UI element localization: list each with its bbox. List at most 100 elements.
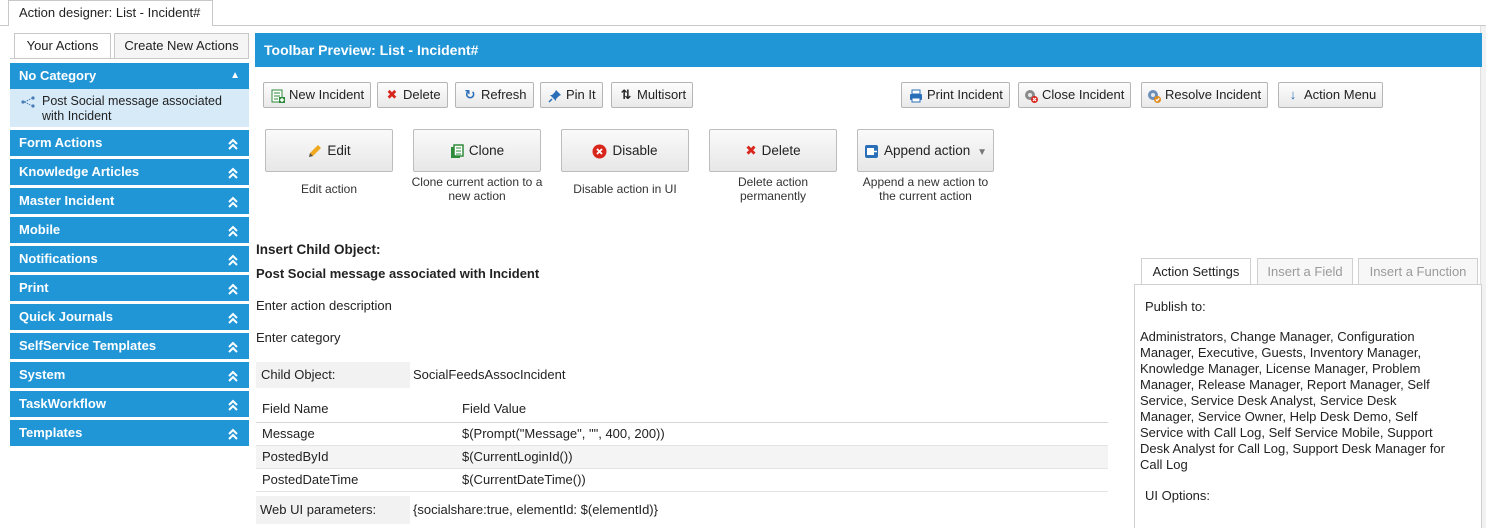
field-table: Field Name Field Value Message $(Prompt(… [256, 396, 1108, 492]
category-selfservice-templates[interactable]: SelfService Templates [10, 333, 249, 359]
new-incident-button[interactable]: New Incident [263, 82, 372, 108]
close-incident-gear-icon [1023, 83, 1039, 107]
column-header-field-name: Field Name [262, 401, 329, 416]
action-description-field[interactable]: Enter action description [256, 298, 392, 313]
publish-roles-list[interactable]: Administrators, Change Manager, Configur… [1140, 329, 1445, 473]
dropdown-caret-icon: ▼ [977, 147, 987, 158]
child-object-icon [21, 95, 35, 110]
tab-action-settings[interactable]: Action Settings [1141, 258, 1251, 285]
category-label: Knowledge Articles [19, 164, 140, 179]
delete-x-icon: ✖ [386, 87, 398, 102]
category-print[interactable]: Print [10, 275, 249, 301]
collapse-arrow-icon: ▲ [230, 70, 240, 81]
window-tab-strip: Action designer: List - Incident# [0, 0, 1486, 26]
tab-create-new-actions[interactable]: Create New Actions [114, 33, 249, 59]
pin-it-button[interactable]: Pin It [540, 82, 603, 108]
disable-action-caption: Disable action in UI [573, 182, 677, 196]
publish-roles-line: Manager, Service Owner, Help Desk Demo, … [1140, 409, 1418, 424]
action-menu-button[interactable]: ↓ Action Menu [1278, 82, 1384, 108]
category-label: SelfService Templates [19, 338, 157, 353]
multisort-button[interactable]: ⇅ Multisort [611, 82, 694, 108]
disable-action-button[interactable]: Disable [561, 129, 689, 172]
close-incident-button[interactable]: Close Incident [1018, 82, 1132, 108]
button-label: Delete [403, 87, 441, 102]
printer-icon [908, 83, 924, 107]
category-templates[interactable]: Templates [10, 420, 249, 446]
category-quick-journals[interactable]: Quick Journals [10, 304, 249, 330]
action-category-field[interactable]: Enter category [256, 330, 341, 345]
tab-insert-a-field[interactable]: Insert a Field [1257, 258, 1353, 285]
append-action-button[interactable]: Append action ▼ [857, 129, 994, 172]
category-label: TaskWorkflow [19, 396, 106, 411]
field-name-cell: PostedById [262, 449, 329, 464]
field-name-cell: Message [262, 426, 315, 441]
double-chevron-up-icon [227, 362, 239, 388]
button-label: New Incident [289, 87, 365, 102]
category-no-category[interactable]: No Category ▲ [10, 63, 249, 89]
window-tab-action-designer[interactable]: Action designer: List - Incident# [8, 0, 213, 26]
button-label: Multisort [637, 87, 687, 102]
refresh-button[interactable]: ↻ Refresh [455, 82, 534, 108]
category-form-actions[interactable]: Form Actions [10, 130, 249, 156]
ui-options-label: UI Options: [1145, 488, 1211, 503]
button-label: Clone [468, 143, 505, 158]
category-label: Templates [19, 425, 83, 440]
child-object-value[interactable]: SocialFeedsAssocIncident [413, 367, 565, 382]
double-chevron-up-icon [227, 188, 239, 214]
publish-to-label: Publish to: [1145, 299, 1206, 314]
double-chevron-up-icon [227, 246, 239, 272]
delete-action-button[interactable]: ✖ Delete [709, 129, 837, 172]
print-incident-button[interactable]: Print Incident [901, 82, 1010, 108]
publish-roles-line: Manager, Executive, Guests, Inventory Ma… [1140, 345, 1422, 360]
clone-action-button[interactable]: Clone [413, 129, 541, 172]
double-chevron-up-icon [227, 275, 239, 301]
clone-icon [450, 130, 464, 171]
category-master-incident[interactable]: Master Incident [10, 188, 249, 214]
field-value-cell[interactable]: $(CurrentDateTime()) [462, 469, 586, 491]
edit-action-button[interactable]: Edit [265, 129, 393, 172]
child-object-label: Child Object: [256, 362, 410, 388]
button-label: Print Incident [927, 87, 1003, 102]
field-value-cell[interactable]: $(Prompt("Message", "", 400, 200)) [462, 423, 665, 445]
edit-action-caption: Edit action [300, 182, 358, 196]
table-row[interactable]: Message $(Prompt("Message", "", 400, 200… [256, 423, 1108, 446]
publish-roles-line: Desk Analyst for Call Log, Support Desk … [1140, 441, 1445, 456]
web-ui-parameters-value[interactable]: {socialshare:true, elementId: $(elementI… [413, 496, 658, 524]
sidebar: No Category ▲ Post Social message associ… [10, 63, 249, 449]
button-label: Refresh [481, 87, 527, 102]
table-row[interactable]: PostedById $(CurrentLoginId()) [256, 446, 1108, 469]
sidebar-action-post-social[interactable]: Post Social message associated with Inci… [10, 89, 249, 127]
category-label: No Category [19, 68, 97, 83]
tab-your-actions[interactable]: Your Actions [14, 33, 111, 59]
publish-roles-line: Call Log [1140, 457, 1188, 472]
publish-roles-line: Service, Service Desk Analyst, Service D… [1140, 393, 1397, 408]
table-row[interactable]: PostedDateTime $(CurrentDateTime()) [256, 469, 1108, 492]
double-chevron-up-icon [227, 130, 239, 156]
resolve-incident-button[interactable]: Resolve Incident [1141, 82, 1269, 108]
refresh-icon: ↻ [464, 87, 476, 102]
field-value-cell[interactable]: $(CurrentLoginId()) [462, 446, 573, 468]
button-label: Edit [327, 143, 351, 158]
action-name[interactable]: Post Social message associated with Inci… [256, 266, 539, 281]
sort-arrows-icon: ⇅ [620, 87, 632, 102]
double-chevron-up-icon [227, 304, 239, 330]
pin-icon [547, 83, 563, 107]
category-label: Mobile [19, 222, 61, 237]
category-label: Quick Journals [19, 309, 113, 324]
double-chevron-up-icon [227, 420, 239, 446]
double-chevron-up-icon [227, 391, 239, 417]
delete-action-caption: Delete action permanently [737, 175, 809, 203]
category-mobile[interactable]: Mobile [10, 217, 249, 243]
button-label: Delete [761, 143, 801, 158]
category-system[interactable]: System [10, 362, 249, 388]
category-label: Notifications [19, 251, 98, 266]
category-label: Master Incident [19, 193, 115, 208]
category-knowledge-articles[interactable]: Knowledge Articles [10, 159, 249, 185]
category-taskworkflow[interactable]: TaskWorkflow [10, 391, 249, 417]
delete-button[interactable]: ✖ Delete [377, 82, 448, 108]
category-label: System [19, 367, 66, 382]
category-notifications[interactable]: Notifications [10, 246, 249, 272]
action-settings-panel: Publish to: Administrators, Change Manag… [1134, 284, 1482, 528]
web-ui-parameters-label: Web UI parameters: [256, 496, 410, 524]
tab-insert-a-function[interactable]: Insert a Function [1358, 258, 1478, 285]
